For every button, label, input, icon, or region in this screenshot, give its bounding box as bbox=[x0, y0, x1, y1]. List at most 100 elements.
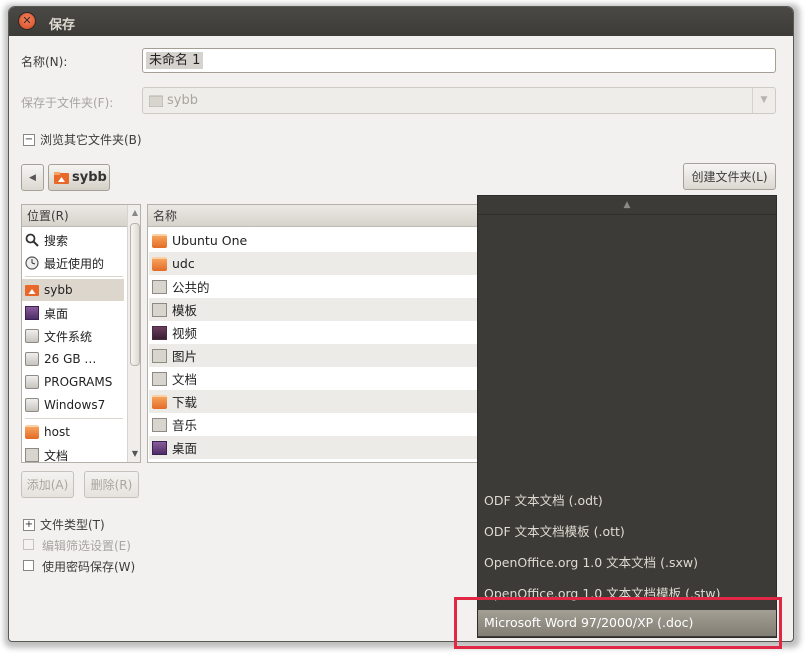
home-folder-icon bbox=[149, 95, 163, 107]
place-windows7[interactable]: Windows7 bbox=[25, 394, 125, 416]
file-name: 桌面 bbox=[172, 441, 198, 456]
home-folder-icon bbox=[25, 285, 39, 296]
file-name: 文档 bbox=[172, 372, 198, 387]
place-label: sybb bbox=[44, 283, 73, 297]
place-label: 桌面 bbox=[44, 306, 69, 321]
place-recent[interactable]: 最近使用的 bbox=[25, 252, 125, 274]
edit-filter-label: 编辑筛选设置(E) bbox=[42, 539, 131, 553]
file-name: 公共的 bbox=[172, 280, 210, 295]
save-in-folder-combo[interactable]: sybb ▼ bbox=[142, 87, 776, 114]
place-label: Windows7 bbox=[44, 398, 106, 412]
places-scrollbar[interactable]: ▲ ▼ bbox=[127, 205, 140, 462]
scroll-down-icon[interactable]: ▼ bbox=[128, 449, 140, 458]
desktop-icon bbox=[25, 306, 39, 320]
place-filesystem[interactable]: 文件系统 bbox=[25, 325, 125, 347]
clock-icon bbox=[25, 256, 39, 270]
place-label: 搜索 bbox=[44, 233, 69, 248]
templates-folder-icon bbox=[152, 302, 167, 317]
file-name: 图片 bbox=[172, 349, 198, 364]
titlebar[interactable]: ✕ 保存 bbox=[9, 7, 793, 36]
drive-icon bbox=[25, 329, 39, 343]
place-sybb[interactable]: sybb bbox=[22, 279, 124, 301]
scroll-up-icon[interactable]: ▲ bbox=[478, 196, 776, 215]
place-label: 最近使用的 bbox=[44, 256, 105, 271]
browse-expander-icon[interactable]: − bbox=[23, 134, 35, 146]
edit-filter-checkbox[interactable] bbox=[23, 539, 34, 550]
remove-place-button[interactable]: 删除(R) bbox=[84, 471, 139, 498]
place-label: 文档 bbox=[44, 448, 69, 463]
add-place-button[interactable]: 添加(A) bbox=[21, 471, 74, 498]
place-26gb-volume[interactable]: 26 GB … bbox=[25, 348, 125, 370]
desktop-folder-icon bbox=[152, 440, 167, 455]
drive-icon bbox=[25, 352, 39, 366]
save-with-password-label[interactable]: 使用密码保存(W) bbox=[42, 558, 135, 575]
places-panel: 位置(R) 搜索 最近使用的 sybb 桌面 文件系统 26 GB … PROG… bbox=[21, 204, 141, 463]
search-icon bbox=[25, 233, 39, 247]
file-type-label[interactable]: 文件类型(T) bbox=[40, 516, 105, 533]
file-row[interactable]: Ubuntu One bbox=[149, 229, 479, 252]
close-button[interactable]: ✕ bbox=[19, 13, 35, 29]
places-separator bbox=[25, 418, 123, 419]
file-row[interactable]: 文档 bbox=[149, 367, 479, 390]
place-label: 文件系统 bbox=[44, 329, 93, 344]
documents-icon bbox=[25, 448, 39, 462]
file-row[interactable]: 图片 bbox=[149, 344, 479, 367]
places-header[interactable]: 位置(R) bbox=[22, 205, 127, 227]
file-row[interactable]: 音乐 bbox=[149, 413, 479, 436]
place-label: 26 GB … bbox=[44, 352, 97, 366]
file-name: 模板 bbox=[172, 303, 198, 318]
files-panel: 名称 Ubuntu One udc 公共的 模板 视频 图片 文档 下载 音乐 … bbox=[147, 204, 482, 463]
chevron-down-icon[interactable]: ▼ bbox=[752, 88, 775, 113]
file-row[interactable]: 模板 bbox=[149, 298, 479, 321]
place-programs[interactable]: PROGRAMS bbox=[25, 371, 125, 393]
folder-icon bbox=[152, 233, 167, 248]
browse-folders-label[interactable]: 浏览其它文件夹(B) bbox=[40, 131, 142, 148]
place-host[interactable]: host bbox=[25, 421, 125, 443]
create-folder-button[interactable]: 创建文件夹(L) bbox=[683, 163, 776, 190]
place-documents[interactable]: 文档 bbox=[25, 444, 125, 463]
place-desktop[interactable]: 桌面 bbox=[25, 302, 125, 324]
close-icon[interactable]: ✕ bbox=[22, 13, 31, 29]
file-row[interactable]: udc bbox=[149, 252, 479, 275]
file-name: Ubuntu One bbox=[172, 233, 248, 248]
path-button-sybb[interactable]: sybb bbox=[48, 164, 110, 191]
save-with-password-checkbox[interactable] bbox=[23, 560, 34, 571]
name-label: 名称(N): bbox=[21, 55, 68, 69]
home-folder-icon bbox=[54, 172, 69, 184]
downloads-folder-icon bbox=[152, 394, 167, 409]
file-name: 下载 bbox=[172, 395, 198, 410]
file-name: udc bbox=[172, 256, 195, 271]
left-arrow-icon: ◀ bbox=[29, 172, 36, 183]
places-separator bbox=[25, 276, 123, 277]
scroll-up-icon[interactable]: ▲ bbox=[128, 208, 140, 217]
file-type-option[interactable]: ODF 文本文档模板 (.ott) bbox=[484, 519, 774, 545]
files-name-column-header[interactable]: 名称 bbox=[148, 205, 482, 227]
path-current-label: sybb bbox=[72, 170, 107, 185]
save-in-folder-value: sybb bbox=[167, 93, 198, 108]
filename-value[interactable]: 未命名 1 bbox=[146, 52, 204, 69]
file-type-expander-icon[interactable]: + bbox=[23, 519, 35, 531]
videos-folder-icon bbox=[152, 325, 167, 340]
window-title: 保存 bbox=[49, 18, 76, 33]
file-row[interactable]: 桌面 bbox=[149, 436, 479, 459]
place-label: host bbox=[44, 425, 70, 439]
file-type-dropdown[interactable]: ▲ ODF 文本文档 (.odt) ODF 文本文档模板 (.ott) Open… bbox=[477, 195, 777, 638]
path-back-button[interactable]: ◀ bbox=[21, 164, 44, 191]
public-folder-icon bbox=[152, 279, 167, 294]
save-dialog: ✕ 保存 名称(N): 未命名 1 保存于文件夹(F): sybb ▼ − 浏览… bbox=[8, 6, 794, 642]
place-search[interactable]: 搜索 bbox=[25, 229, 125, 251]
filename-input[interactable]: 未命名 1 bbox=[142, 48, 776, 73]
file-type-option[interactable]: OpenOffice.org 1.0 文本文档 (.sxw) bbox=[484, 550, 774, 576]
pictures-folder-icon bbox=[152, 348, 167, 363]
file-row[interactable]: 公共的 bbox=[149, 275, 479, 298]
drive-icon bbox=[25, 398, 39, 412]
file-name: 音乐 bbox=[172, 418, 198, 433]
file-row[interactable]: 视频 bbox=[149, 321, 479, 344]
places-scrollbar-thumb[interactable] bbox=[130, 223, 140, 366]
folder-icon bbox=[25, 425, 39, 439]
file-type-option[interactable]: ODF 文本文档 (.odt) bbox=[484, 488, 774, 514]
save-in-folder-label: 保存于文件夹(F): bbox=[21, 96, 114, 110]
documents-folder-icon bbox=[152, 371, 167, 386]
drive-icon bbox=[25, 375, 39, 389]
file-row[interactable]: 下载 bbox=[149, 390, 479, 413]
